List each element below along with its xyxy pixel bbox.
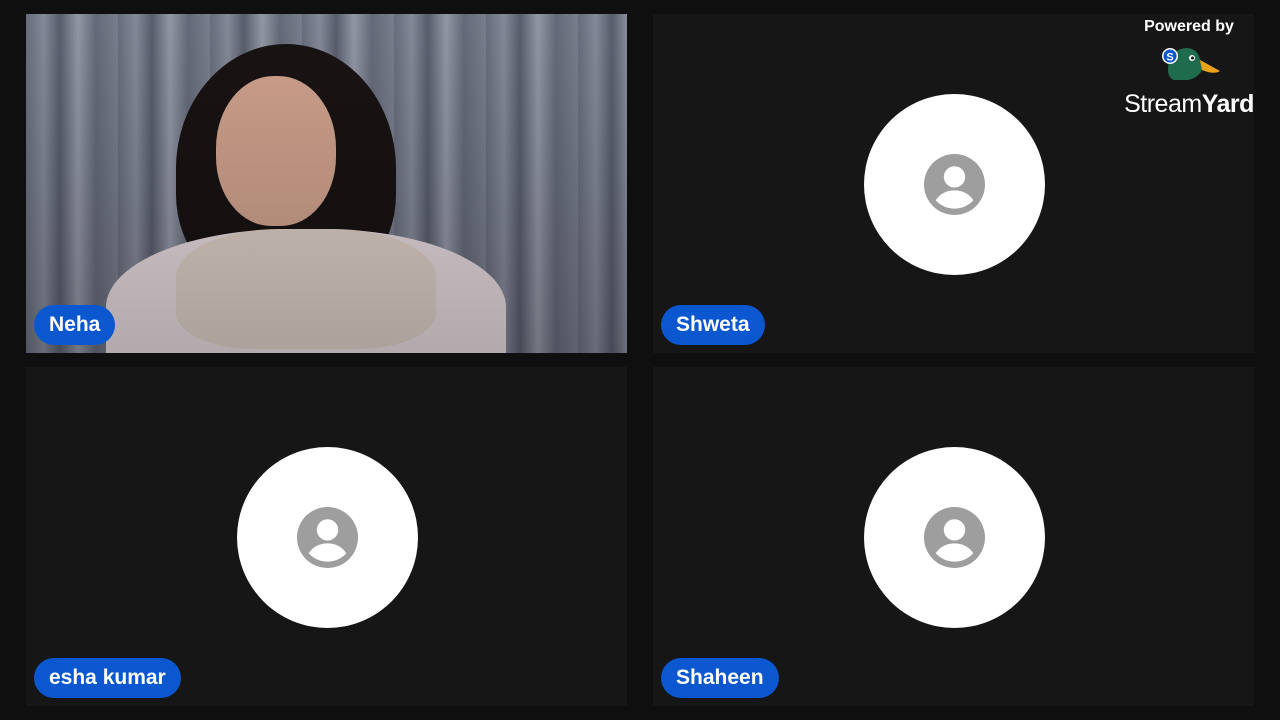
svg-text:S: S: [1166, 52, 1173, 64]
participant-tile-neha[interactable]: Neha: [26, 14, 627, 353]
participant-video: [26, 14, 627, 353]
person-icon: [296, 506, 358, 568]
participant-name-badge: Shaheen: [661, 658, 779, 698]
avatar: [863, 93, 1045, 275]
participant-tile-shaheen[interactable]: Shaheen: [653, 367, 1254, 706]
powered-by-label: Powered by: [1144, 18, 1234, 35]
duck-icon: S: [1162, 48, 1220, 80]
participant-tile-esha-kumar[interactable]: esha kumar: [26, 367, 627, 706]
video-shade: [26, 14, 627, 353]
avatar: [236, 446, 418, 628]
participant-name-badge: Neha: [34, 305, 116, 345]
person-icon: [923, 153, 985, 215]
broadcast-stage: Neha Shweta esha kumar Shaheen Powered b…: [0, 0, 1280, 720]
brand-name: StreamYard: [1124, 90, 1254, 118]
avatar: [863, 446, 1045, 628]
branding-watermark: Powered by S StreamYard: [1114, 18, 1264, 119]
participant-name-badge: Shweta: [661, 305, 765, 345]
person-icon: [923, 506, 985, 568]
participant-name-badge: esha kumar: [34, 658, 181, 698]
